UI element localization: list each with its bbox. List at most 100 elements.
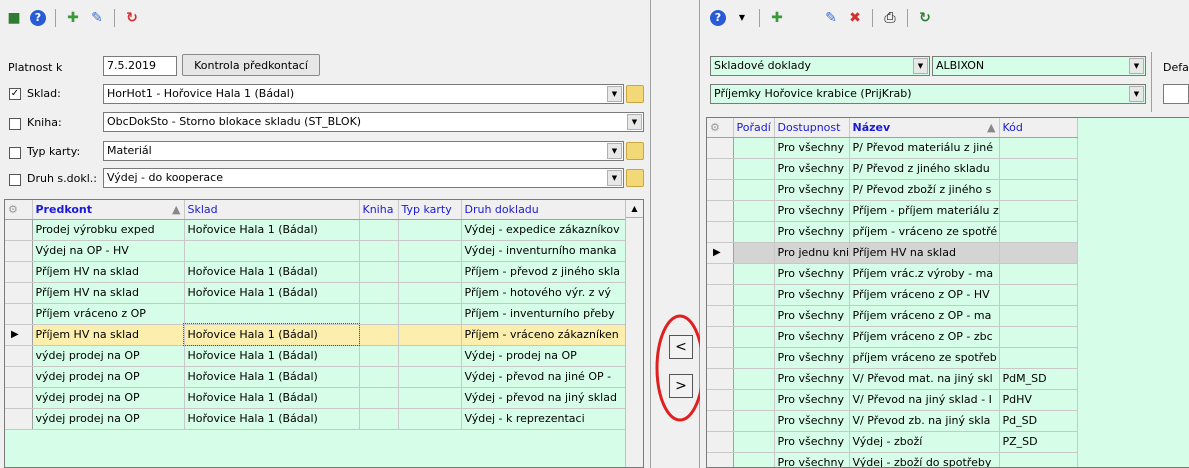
help-icon[interactable]: ? [708, 8, 728, 28]
table-row[interactable]: Příjem HV na sklad Hořovice Hala 1 (Bádal… [5, 261, 626, 283]
row-indicator[interactable] [707, 179, 734, 201]
table-row[interactable]: Pro všechny Výdej - zboží PZ_SD [707, 431, 1078, 453]
chevron-down-icon[interactable]: ▼ [627, 114, 642, 130]
table-row[interactable]: Příjem vráceno z OP Příjem - inventurního… [5, 303, 626, 325]
defa-input[interactable] [1163, 84, 1189, 104]
table-row[interactable]: Výdej na OP - HV Výdej - inventurního man… [5, 240, 626, 262]
row-indicator[interactable] [5, 261, 33, 283]
row-indicator[interactable] [707, 158, 734, 180]
typ-karty-select[interactable]: Materiál ▼ [103, 141, 624, 161]
sklad-select[interactable]: HorHot1 - Hořovice Hala 1 (Bádal) ▼ [103, 84, 624, 104]
vertical-scrollbar[interactable]: ▲ [625, 200, 643, 467]
druh-select[interactable]: Výdej - do kooperace ▼ [103, 168, 624, 188]
folder-icon[interactable] [626, 142, 644, 160]
chevron-down-icon[interactable]: ▼ [1129, 86, 1144, 102]
table-row[interactable]: Pro všechny P/ Převod zboží z jiného s [707, 179, 1078, 201]
row-indicator[interactable] [5, 219, 33, 241]
table-row[interactable]: výdej prodej na OP Hořovice Hala 1 (Bádal… [5, 345, 626, 367]
table-row[interactable]: Pro všechny Příjem - příjem materiálu z [707, 200, 1078, 222]
sklad-checkbox[interactable]: ✓ [9, 88, 21, 100]
row-indicator[interactable] [5, 345, 33, 367]
col-poradi[interactable]: Pořadí [733, 118, 775, 138]
row-indicator[interactable] [707, 200, 734, 222]
grid-corner[interactable]: ⚙ [5, 200, 33, 220]
table-row[interactable]: Pro všechny P/ Převod materiálu z jiné [707, 137, 1078, 159]
row-indicator[interactable] [707, 263, 734, 285]
col-predkont[interactable]: Predkont ▲ [32, 200, 185, 220]
table-row[interactable]: výdej prodej na OP Hořovice Hala 1 (Bádal… [5, 408, 626, 430]
kniha-select[interactable]: ObcDokSto - Storno blokace skladu (ST_BL… [103, 112, 644, 132]
table-row[interactable]: ▶ Příjem HV na sklad Hořovice Hala 1 (Báda… [5, 323, 626, 346]
scroll-up-icon[interactable]: ▲ [626, 200, 643, 218]
table-row[interactable]: Pro všechny Příjem vráceno z OP - ma [707, 305, 1078, 327]
grid-corner[interactable]: ⚙ [707, 118, 734, 138]
row-indicator[interactable] [5, 303, 33, 325]
current-row-indicator[interactable]: ▶ [5, 324, 33, 346]
table-row[interactable]: Pro všechny V/ Převod mat. na jiný skl PdM… [707, 368, 1078, 390]
table-row[interactable]: Příjem HV na sklad Hořovice Hala 1 (Bádal… [5, 282, 626, 304]
col-kod[interactable]: Kód [999, 118, 1078, 138]
table-row[interactable]: Pro všechny Příjem vráceno z OP - zbc [707, 326, 1078, 348]
druh-checkbox[interactable] [9, 174, 21, 186]
kniha-dokladu-select[interactable]: Příjemky Hořovice krabice (PrijKrab) ▼ [710, 84, 1146, 104]
table-row[interactable]: výdej prodej na OP Hořovice Hala 1 (Bádal… [5, 387, 626, 409]
col-nazev[interactable]: Název ▲ [849, 118, 1000, 138]
print-icon[interactable]: ⎙ [880, 8, 900, 28]
table-row[interactable]: Pro všechny P/ Převod z jiného skladu [707, 158, 1078, 180]
folder-icon[interactable] [626, 85, 644, 103]
refresh-icon[interactable]: ↻ [122, 8, 142, 28]
chevron-down-icon[interactable]: ▼ [607, 143, 622, 159]
kniha-checkbox[interactable] [9, 118, 21, 130]
table-row[interactable]: ▶ Pro jednu kni Příjem HV na sklad [707, 242, 1078, 264]
edit-record-icon[interactable]: ✎ [821, 8, 841, 28]
table-row[interactable]: Pro všechny Příjem vráceno z OP - HV [707, 284, 1078, 306]
chevron-down-icon[interactable]: ▼ [1129, 58, 1144, 74]
help-icon[interactable]: ? [28, 8, 48, 28]
row-indicator[interactable] [707, 284, 734, 306]
row-indicator[interactable] [707, 452, 734, 467]
col-druh-dokladu[interactable]: Druh dokladu [461, 200, 626, 220]
row-indicator[interactable] [707, 137, 734, 159]
table-row[interactable]: Pro všechny V/ Převod na jiný sklad - I Pd… [707, 389, 1078, 411]
edit-record-icon[interactable]: ✎ [87, 8, 107, 28]
platnost-date-input[interactable]: 7.5.2019 [103, 56, 177, 76]
table-row[interactable]: Prodej výrobku exped Hořovice Hala 1 (Bád… [5, 219, 626, 241]
chevron-down-icon[interactable]: ▼ [913, 58, 928, 74]
refresh-icon[interactable]: ↻ [915, 8, 935, 28]
typ-karty-checkbox[interactable] [9, 147, 21, 159]
table-row[interactable]: Pro všechny Výdej - zboží do spotřeby [707, 452, 1078, 467]
row-indicator[interactable] [5, 240, 33, 262]
table-row[interactable]: Pro všechny příjem vráceno ze spotřeb [707, 347, 1078, 369]
new-record-icon[interactable]: ✚ [767, 8, 787, 28]
row-indicator[interactable] [5, 282, 33, 304]
chevron-down-icon[interactable]: ▼ [607, 170, 622, 186]
row-indicator[interactable] [5, 387, 33, 409]
row-indicator[interactable] [707, 368, 734, 390]
table-row[interactable]: výdej prodej na OP Hořovice Hala 1 (Bádal… [5, 366, 626, 388]
row-indicator[interactable] [707, 431, 734, 453]
col-dostupnost[interactable]: Dostupnost [774, 118, 850, 138]
kontrola-predkontaci-button[interactable]: Kontrola předkontací [182, 54, 320, 76]
table-row[interactable]: Pro všechny příjem - vráceno ze spotřé [707, 221, 1078, 243]
table-row[interactable]: Pro všechny Příjem vrác.z výroby - ma [707, 263, 1078, 285]
delete-record-icon[interactable]: ✖ [845, 8, 865, 28]
col-typ-karty[interactable]: Typ karty [398, 200, 462, 220]
col-sklad[interactable]: Sklad [184, 200, 360, 220]
firma-select[interactable]: ALBIXON ▼ [932, 56, 1146, 76]
row-indicator[interactable] [707, 389, 734, 411]
exit-icon[interactable]: ■ [4, 8, 24, 28]
row-indicator[interactable] [707, 221, 734, 243]
chevron-down-icon[interactable]: ▼ [607, 86, 622, 102]
new-record-icon[interactable]: ✚ [63, 8, 83, 28]
row-indicator[interactable] [707, 326, 734, 348]
current-row-indicator[interactable]: ▶ [707, 242, 734, 264]
folder-icon[interactable] [626, 169, 644, 187]
doklady-select[interactable]: Skladové doklady ▼ [710, 56, 930, 76]
table-row[interactable]: Pro všechny V/ Převod zb. na jiný skla Pd_… [707, 410, 1078, 432]
row-indicator[interactable] [5, 366, 33, 388]
row-indicator[interactable] [707, 347, 734, 369]
col-kniha[interactable]: Kniha [359, 200, 399, 220]
row-indicator[interactable] [5, 408, 33, 430]
row-indicator[interactable] [707, 305, 734, 327]
row-indicator[interactable] [707, 410, 734, 432]
